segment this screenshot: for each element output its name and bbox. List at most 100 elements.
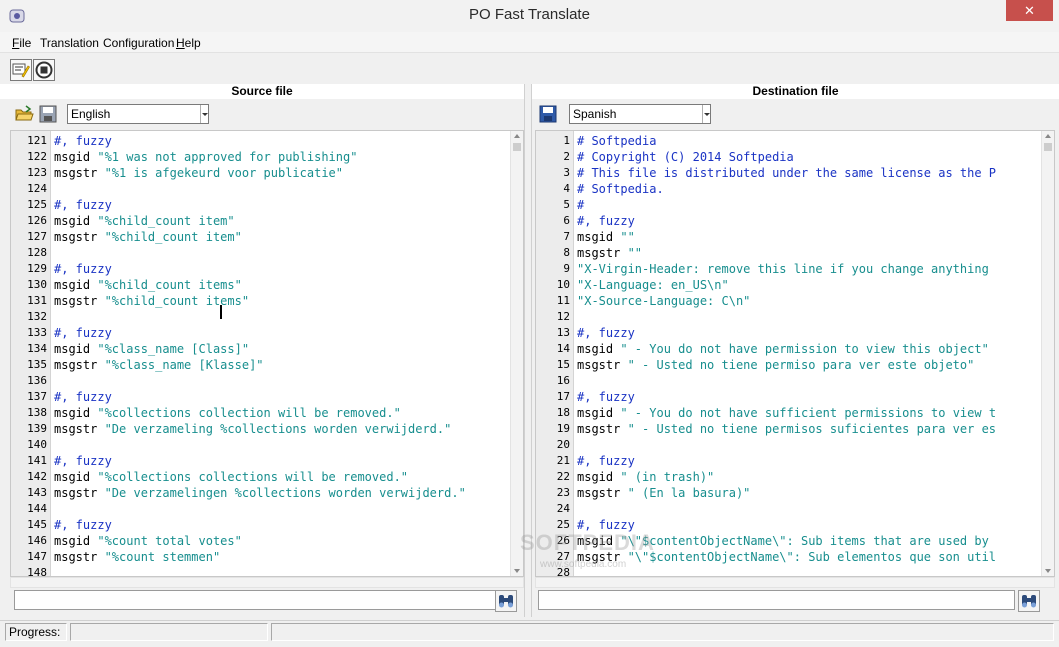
- code-line[interactable]: #, fuzzy: [54, 517, 112, 533]
- code-token: " - You do not have permission to view t…: [620, 342, 989, 356]
- save-destination-button[interactable]: [538, 104, 558, 124]
- code-line[interactable]: #, fuzzy: [54, 453, 112, 469]
- code-line[interactable]: "X-Virgin-Header: remove this line if yo…: [577, 261, 989, 277]
- code-line[interactable]: msgid "": [577, 229, 635, 245]
- destination-vertical-scrollbar[interactable]: [1041, 131, 1054, 576]
- code-line[interactable]: msgid " - You do not have permission to …: [577, 341, 989, 357]
- scroll-down-icon[interactable]: [514, 569, 520, 573]
- code-line[interactable]: # Copyright (C) 2014 Softpedia: [577, 149, 794, 165]
- line-number: 146: [27, 534, 47, 547]
- code-token: "%1 was not approved for publishing": [97, 150, 358, 164]
- scroll-down-icon[interactable]: [1045, 569, 1051, 573]
- code-token: #, fuzzy: [54, 390, 112, 404]
- scroll-up-icon[interactable]: [514, 134, 520, 138]
- code-line[interactable]: #, fuzzy: [54, 197, 112, 213]
- translate-button[interactable]: [10, 59, 32, 81]
- stop-button[interactable]: [33, 59, 55, 81]
- line-number: 144: [27, 502, 47, 515]
- code-line[interactable]: msgid "%collections collection will be r…: [54, 405, 401, 421]
- code-line[interactable]: #, fuzzy: [54, 389, 112, 405]
- close-button[interactable]: ✕: [1006, 0, 1053, 21]
- code-line[interactable]: # This file is distributed under the sam…: [577, 165, 996, 181]
- scroll-thumb[interactable]: [1044, 143, 1052, 151]
- code-line[interactable]: # Softpedia: [577, 133, 656, 149]
- scroll-thumb[interactable]: [513, 143, 521, 151]
- destination-find-button[interactable]: [1018, 590, 1040, 612]
- code-token: msgstr: [54, 230, 105, 244]
- code-line[interactable]: #, fuzzy: [577, 325, 635, 341]
- menu-translation[interactable]: Translation: [40, 36, 99, 50]
- code-line[interactable]: msgstr " - Usted no tiene permiso para v…: [577, 357, 974, 373]
- destination-search-input[interactable]: [538, 590, 1015, 610]
- menu-file[interactable]: File: [12, 36, 31, 50]
- code-token: #, fuzzy: [54, 198, 112, 212]
- code-line[interactable]: msgstr " (En la basura)": [577, 485, 750, 501]
- code-token: "": [620, 230, 635, 244]
- code-line[interactable]: #, fuzzy: [577, 389, 635, 405]
- menu-configuration[interactable]: Configuration: [103, 36, 174, 50]
- source-horizontal-scrollbar[interactable]: [10, 577, 524, 588]
- code-line[interactable]: #, fuzzy: [54, 261, 112, 277]
- code-token: msgid: [54, 342, 98, 356]
- code-token: msgstr: [577, 422, 628, 436]
- code-token: "%1 is afgekeurd voor publicatie": [104, 166, 343, 180]
- line-number: 140: [27, 438, 47, 451]
- binoculars-icon: [1022, 595, 1036, 608]
- code-token: "%child_count items": [104, 294, 250, 308]
- code-line[interactable]: msgid "%collections collections will be …: [54, 469, 408, 485]
- code-line[interactable]: msgid "%count total votes": [54, 533, 242, 549]
- line-number: 126: [27, 214, 47, 227]
- code-line[interactable]: #, fuzzy: [577, 453, 635, 469]
- code-line[interactable]: msgid " (in trash)": [577, 469, 714, 485]
- code-line[interactable]: msgstr "": [577, 245, 642, 261]
- source-editor[interactable]: 121 122 123 124 125 126 127 128 129 130 131 132 133 1…: [10, 130, 524, 577]
- code-line[interactable]: # Softpedia.: [577, 181, 664, 197]
- line-number: 147: [27, 550, 47, 563]
- code-token: "\"$contentObjectName\": Sub items that …: [620, 534, 989, 548]
- line-number: 129: [27, 262, 47, 275]
- code-line[interactable]: msgstr "%1 is afgekeurd voor publicatie": [54, 165, 343, 181]
- source-language-select[interactable]: English: [67, 104, 209, 124]
- line-number: 13: [556, 326, 570, 339]
- code-token: msgstr: [54, 550, 105, 564]
- source-find-button[interactable]: [495, 590, 517, 612]
- source-search-row: [0, 590, 524, 614]
- code-line[interactable]: #, fuzzy: [54, 133, 112, 149]
- line-number: 122: [27, 150, 47, 163]
- menu-help[interactable]: Help: [176, 36, 201, 50]
- code-line[interactable]: #: [577, 197, 584, 213]
- code-line[interactable]: msgstr "%child_count item": [54, 229, 242, 245]
- source-pane-toolbar: English: [0, 101, 524, 127]
- code-line[interactable]: msgid " - You do not have sufficient per…: [577, 405, 996, 421]
- code-line[interactable]: msgid "%child_count item": [54, 213, 235, 229]
- source-vertical-scrollbar[interactable]: [510, 131, 523, 576]
- code-line[interactable]: msgstr "%count stemmen": [54, 549, 220, 565]
- code-line[interactable]: "X-Language: en_US\n": [577, 277, 729, 293]
- source-search-input[interactable]: [14, 590, 501, 610]
- code-token: "De verzamelingen %collections worden ve…: [104, 486, 466, 500]
- code-line[interactable]: msgid "%child_count items": [54, 277, 242, 293]
- code-line[interactable]: msgid "%1 was not approved for publishin…: [54, 149, 357, 165]
- line-number: 121: [27, 134, 47, 147]
- destination-horizontal-scrollbar[interactable]: [535, 577, 1055, 588]
- destination-editor[interactable]: 1 2 3 4 5 6 7 8 9 10 11 12 13 14 15 16 17 18 19 20 21 22 23 24 2…: [535, 130, 1055, 577]
- code-token: "%collections collection will be removed…: [97, 406, 401, 420]
- scroll-up-icon[interactable]: [1045, 134, 1051, 138]
- binoculars-icon: [499, 595, 513, 608]
- code-line[interactable]: msgstr "%class_name [Klasse]": [54, 357, 264, 373]
- open-file-button[interactable]: [14, 104, 34, 124]
- code-line[interactable]: msgstr "De verzameling %collections word…: [54, 421, 451, 437]
- destination-language-select[interactable]: Spanish: [569, 104, 711, 124]
- code-line[interactable]: msgstr " - Usted no tiene permisos sufic…: [577, 421, 996, 437]
- code-line[interactable]: #, fuzzy: [54, 325, 112, 341]
- source-pane-title: Source file: [0, 84, 524, 99]
- save-source-button[interactable]: [38, 104, 58, 124]
- code-line[interactable]: "X-Source-Language: C\n": [577, 293, 750, 309]
- code-line[interactable]: #, fuzzy: [577, 213, 635, 229]
- line-number: 2: [563, 150, 570, 163]
- code-token: "%class_name [Class]": [97, 342, 250, 356]
- code-line[interactable]: msgstr "De verzamelingen %collections wo…: [54, 485, 466, 501]
- code-line[interactable]: msgid "%class_name [Class]": [54, 341, 249, 357]
- destination-code[interactable]: # Softpedia # Copyright (C) 2014 Softpedi…: [577, 131, 1040, 576]
- source-code[interactable]: #, fuzzy msgid "%1 was not approved for p…: [54, 131, 509, 576]
